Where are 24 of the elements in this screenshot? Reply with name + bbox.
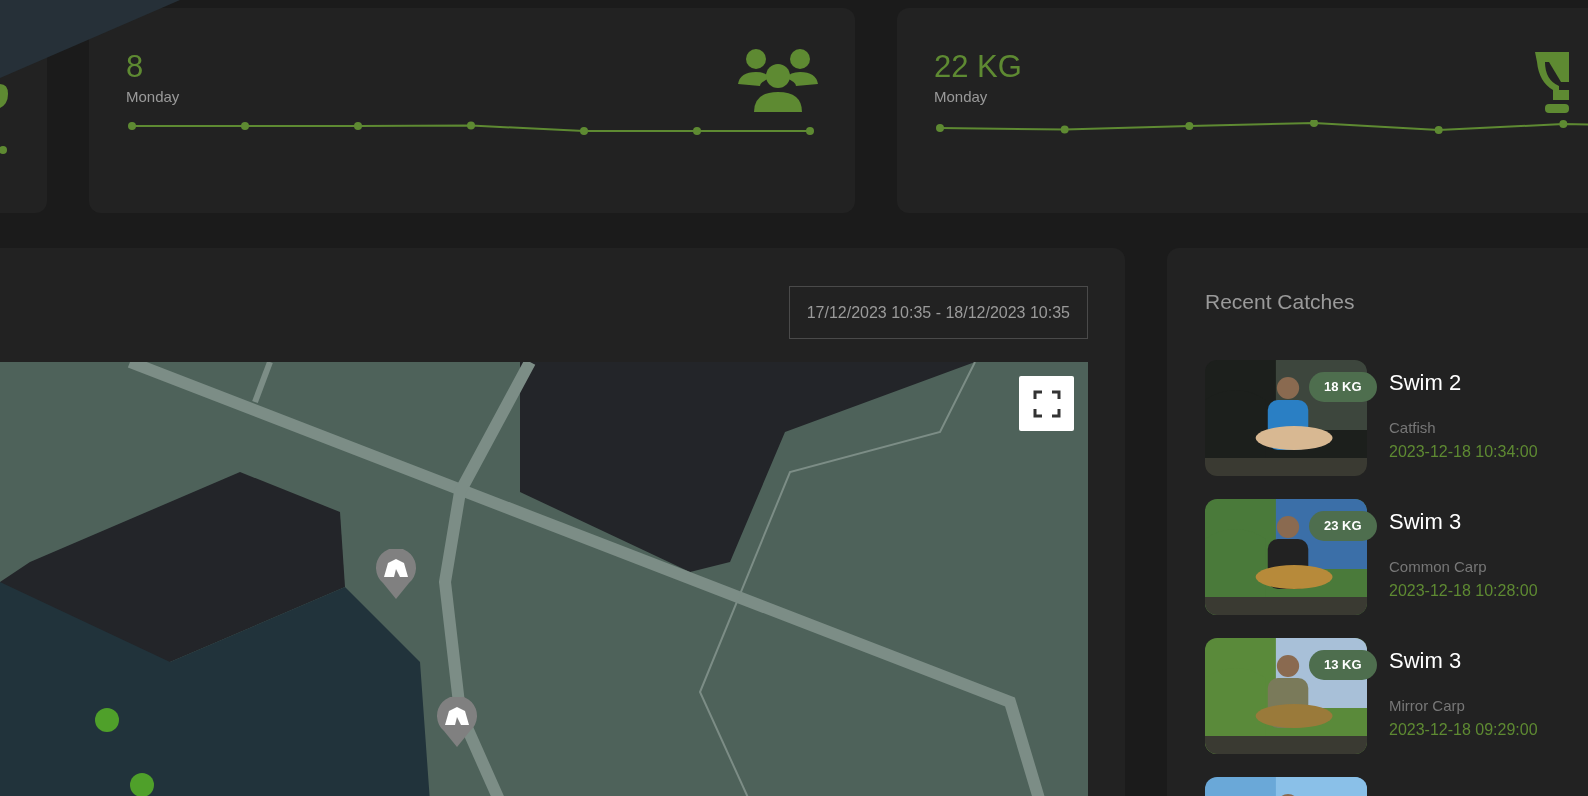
panel-title: Recent Catches (1205, 289, 1356, 315)
species-label: Mirror Carp (1389, 696, 1466, 716)
catch-time: 2023-12-18 09:29:00 (1389, 719, 1538, 740)
fullscreen-icon (1032, 389, 1061, 418)
species-label: Catfish (1389, 418, 1437, 438)
people-icon (738, 48, 818, 114)
species-label: Common Carp (1389, 557, 1488, 577)
swim-name: Swim 2 (1389, 369, 1463, 397)
weight-badge: 23 KG (1309, 511, 1377, 541)
swim-name: Swim 3 (1389, 508, 1463, 536)
stat-label: Monday (126, 87, 180, 107)
tent-marker-icon[interactable] (436, 697, 478, 747)
tent-marker-icon[interactable] (375, 549, 417, 599)
catch-time: 2023-12-18 10:34:00 (1389, 441, 1538, 462)
date-range-field[interactable]: 17/12/2023 10:35 - 18/12/2023 10:35 (788, 286, 1088, 339)
stat-value: 22 KG (934, 48, 1022, 86)
weight-badge: 18 KG (1309, 372, 1377, 402)
swim-name: Swim 3 (1389, 647, 1463, 675)
chart-point-icon (0, 146, 8, 154)
fullscreen-button[interactable] (1019, 376, 1074, 431)
stat-label: Monday (934, 87, 989, 107)
weight-badge: 13 KG (1309, 650, 1377, 680)
stat-value: 8 (126, 48, 145, 86)
catch-time: 2023-12-18 10:28:00 (1389, 580, 1538, 601)
